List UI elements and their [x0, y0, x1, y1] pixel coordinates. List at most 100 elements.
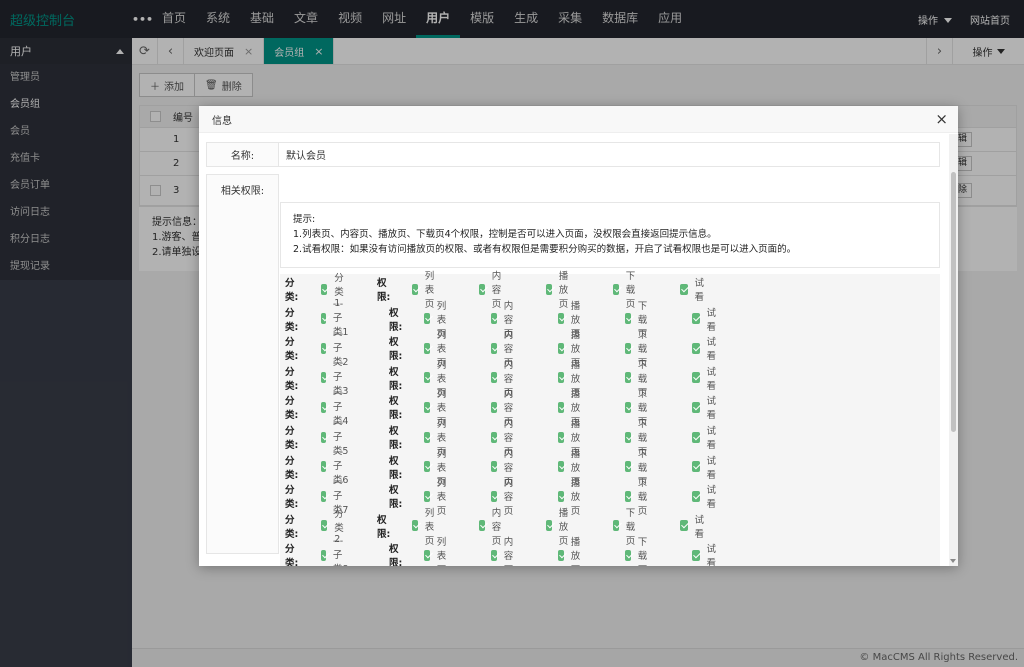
checkbox-checked-icon [692, 372, 700, 384]
checkbox-checked-icon [546, 283, 552, 295]
checkbox-checked-icon [625, 313, 631, 325]
checkbox-checked-icon [424, 372, 430, 384]
category-label: 分类: [285, 426, 299, 451]
permission-name: 试看 [706, 366, 717, 392]
permission-checkbox[interactable]: 试看 [692, 453, 720, 481]
checkbox-checked-icon [321, 342, 326, 354]
permission-label: 权限: [389, 307, 403, 333]
checkbox-checked-icon [321, 549, 326, 561]
checkbox-checked-icon [692, 490, 700, 502]
checkbox-checked-icon [321, 283, 328, 295]
name-input[interactable]: 默认会员 [279, 142, 940, 167]
checkbox-checked-icon [321, 431, 326, 443]
checkbox-checked-icon [424, 490, 430, 502]
permission-list: 分类: 分类1 权限: 列表页 内容页 播放页 下载页 试看 分类: ---子类1 权限: 列表页 内容… [280, 271, 940, 567]
checkbox-checked-icon [424, 401, 430, 413]
checkbox-checked-icon [692, 431, 700, 443]
category-checkbox[interactable]: ---子类9 [321, 566, 349, 567]
checkbox-checked-icon [491, 313, 497, 325]
dialog-body: 名称: 默认会员 相关权限: 提示: 1.列表页、内容页、播放页、下载页4个权限… [199, 134, 949, 566]
permission-checkbox[interactable]: 列表页 [424, 564, 452, 566]
checkbox-checked-icon [625, 401, 631, 413]
checkbox-checked-icon [412, 283, 418, 295]
category-label: 分类: [285, 455, 299, 481]
category-label: 分类: [285, 337, 299, 363]
permission-name: 试看 [694, 278, 705, 303]
permission-checkbox[interactable]: 试看 [692, 541, 720, 566]
permission-checkbox[interactable]: 试看 [692, 334, 720, 362]
permission-checkbox[interactable]: 试看 [692, 482, 720, 510]
permission-checkbox[interactable]: 试看 [680, 275, 708, 303]
permission-checkbox[interactable]: 试看 [692, 393, 720, 421]
checkbox-checked-icon [625, 431, 631, 443]
category-name: ---子类8 [332, 535, 349, 566]
checkbox-checked-icon [491, 431, 497, 443]
permission-name: 下载页 [638, 564, 653, 566]
permission-name: 试看 [706, 544, 717, 566]
checkbox-checked-icon [321, 313, 326, 325]
permission-name: 内容页 [504, 564, 519, 566]
checkbox-checked-icon [558, 372, 564, 384]
permission-checkbox[interactable]: 试看 [680, 512, 708, 540]
checkbox-checked-icon [558, 313, 564, 325]
permission-checkbox[interactable]: 播放页 [558, 564, 586, 566]
permission-name: 播放页 [570, 537, 581, 566]
checkbox-checked-icon [491, 461, 497, 473]
name-label: 名称: [206, 142, 279, 167]
permission-name: 试看 [694, 514, 705, 540]
scroll-thumb[interactable] [951, 172, 956, 432]
checkbox-checked-icon [491, 372, 497, 384]
checkbox-checked-icon [680, 520, 688, 532]
permission-checkbox[interactable]: 下载页 [625, 534, 653, 566]
checkbox-checked-icon [491, 342, 497, 354]
permission-label: 权限: [389, 396, 403, 422]
category-label: 分类: [285, 307, 299, 333]
checkbox-checked-icon [479, 283, 485, 295]
permission-checkbox[interactable]: 内容页 [491, 564, 519, 566]
permission-name: 试看 [706, 455, 717, 481]
checkbox-checked-icon [479, 520, 485, 532]
permission-checkbox[interactable]: 试看 [692, 305, 720, 333]
checkbox-checked-icon [558, 490, 564, 502]
dialog-scrollbar[interactable] [949, 134, 958, 566]
checkbox-checked-icon [625, 490, 631, 502]
checkbox-checked-icon [424, 549, 430, 561]
checkbox-checked-icon [491, 401, 497, 413]
perm-label: 相关权限: [206, 174, 279, 554]
permission-checkbox[interactable]: 播放页 [558, 534, 586, 566]
checkbox-checked-icon [558, 401, 564, 413]
permission-checkbox[interactable]: 下载页 [625, 564, 653, 566]
checkbox-checked-icon [692, 401, 700, 413]
permission-checkbox[interactable]: 内容页 [491, 534, 519, 566]
checkbox-checked-icon [491, 549, 497, 561]
category-label: 分类: [285, 366, 299, 392]
scroll-down-icon[interactable] [950, 559, 956, 563]
checkbox-checked-icon [424, 431, 430, 443]
checkbox-checked-icon [558, 342, 564, 354]
checkbox-checked-icon [321, 461, 326, 473]
category-checkbox[interactable]: ---子类8 [321, 536, 349, 566]
permission-name: 播放页 [571, 564, 586, 566]
permission-name: 试看 [706, 396, 717, 422]
permission-checkbox[interactable]: 试看 [692, 364, 720, 392]
hint-line: 2.试看权限：如果没有访问播放页的权限、或者有权限但是需要积分购买的数据，开启了… [293, 244, 797, 255]
checkbox-checked-icon [321, 520, 328, 532]
category-label: 分类: [285, 514, 299, 540]
checkbox-checked-icon [692, 342, 700, 354]
checkbox-checked-icon [558, 431, 564, 443]
permission-name: 试看 [706, 485, 717, 511]
permission-name: 内容页 [503, 537, 514, 566]
permission-name: 下载页 [637, 537, 648, 566]
permission-checkbox[interactable]: 试看 [692, 423, 720, 451]
checkbox-checked-icon [321, 490, 326, 502]
category-label: 分类: [285, 278, 299, 303]
checkbox-checked-icon [424, 342, 430, 354]
permission-label: 权限: [389, 426, 403, 451]
close-icon[interactable]: × [935, 111, 948, 127]
info-dialog: 信息 × 名称: 默认会员 相关权限: 提示: 1.列表页、内容页、播放页、下载… [199, 106, 958, 566]
checkbox-checked-icon [491, 490, 497, 502]
permission-name: 试看 [706, 337, 717, 363]
permission-checkbox[interactable]: 列表页 [424, 534, 452, 566]
checkbox-checked-icon [424, 461, 430, 473]
category-label: 分类: [285, 544, 299, 566]
